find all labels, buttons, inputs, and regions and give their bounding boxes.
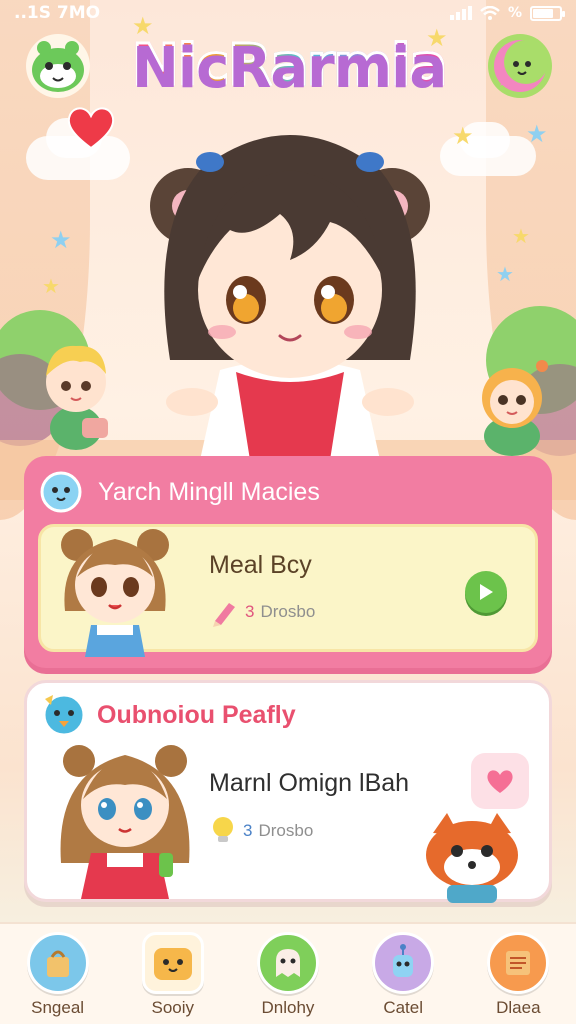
nav-label: Sooiy (151, 998, 195, 1017)
pigtail-girl-avatar (60, 745, 190, 899)
girl-character-illustration (482, 360, 548, 456)
nav-icon-circle (26, 932, 89, 994)
play-button[interactable] (465, 571, 507, 613)
app-logo: NicRarmia (130, 33, 448, 98)
ghost-character-icon (275, 949, 300, 977)
nav-item-sooiy[interactable]: Sooiy (123, 932, 223, 1018)
signal-icon (449, 6, 472, 20)
play-icon (480, 584, 493, 600)
toast-character-icon (153, 948, 192, 980)
featured-card-title: Yarch Mingll Macies (98, 478, 320, 506)
featured-card: Yarch Mingll Macies Meal Bcy 3 Drosbo (24, 456, 552, 668)
bag-icon (46, 950, 69, 977)
status-time: ..1S 7MO (14, 3, 101, 23)
nav-icon-circle (256, 932, 319, 994)
app-screen: ..1S 7MO % ★ ★ ★ ★ ★ ★ ★ ★ (0, 0, 576, 1024)
robot-character-icon (393, 944, 414, 977)
star-decoration: ★ (452, 122, 474, 150)
secondary-item-meta-label: Drosbo (258, 821, 314, 840)
dino-character-icon (32, 41, 84, 92)
nav-label: Catel (383, 998, 423, 1017)
status-bar: ..1S 7MO % (0, 0, 576, 26)
heart-icon (487, 770, 513, 793)
wifi-icon (480, 5, 500, 20)
hero-character-illustration (150, 135, 430, 460)
bear-girl-avatar (61, 529, 169, 657)
featured-item-count: 3 (245, 602, 255, 621)
nav-item-dnlohy[interactable]: Dnlohy (238, 932, 338, 1018)
moon-character-icon (494, 40, 548, 92)
nav-label: Dlaea (496, 998, 541, 1017)
star-decoration: ★ (512, 224, 530, 248)
pencil-icon (213, 603, 235, 627)
star-decoration: ★ (42, 274, 60, 298)
battery-icon (530, 5, 565, 21)
nav-icon-circle (372, 932, 435, 994)
secondary-item-count: 3 (243, 821, 253, 840)
favorite-button[interactable] (471, 753, 529, 809)
bottom-navigation: Sngeal Sooiy Dnlohy Catel Dlaea (0, 922, 576, 1024)
nav-icon-circle (141, 932, 204, 994)
heart-icon (67, 107, 115, 150)
star-decoration: ★ (526, 120, 548, 148)
nav-item-dlaea[interactable]: Dlaea (468, 932, 568, 1018)
battery-percent: % (507, 5, 522, 21)
featured-item-name: Meal Bcy (209, 551, 312, 579)
blob-character-icon (40, 471, 82, 513)
star-decoration: ★ (496, 262, 514, 286)
status-indicators: % (449, 5, 565, 21)
moon-character-button[interactable] (488, 34, 552, 98)
nav-label: Dnlohy (261, 998, 315, 1017)
dino-character-button[interactable] (26, 34, 90, 98)
nav-item-sngeal[interactable]: Sngeal (8, 932, 108, 1018)
featured-item-row[interactable]: Meal Bcy 3 Drosbo (38, 524, 538, 657)
featured-item-meta: 3 Drosbo (209, 597, 315, 627)
boy-character-illustration (46, 345, 108, 450)
app-logo-text: NicRarmia (130, 33, 448, 98)
secondary-item-name: Marnl Omign lBah (209, 769, 410, 797)
nav-item-catel[interactable]: Catel (353, 932, 453, 1018)
secondary-item-meta: 3 Drosbo (209, 815, 313, 847)
fox-character-illustration (426, 813, 518, 903)
bird-character-icon (42, 693, 86, 737)
notebook-icon (506, 951, 531, 975)
lightbulb-icon (213, 817, 233, 842)
featured-item-meta-label: Drosbo (260, 602, 316, 621)
star-decoration: ★ (50, 226, 72, 254)
secondary-card-title: Oubnoiou Peafly (97, 701, 296, 729)
nav-label: Sngeal (31, 998, 85, 1017)
nav-icon-circle (487, 932, 550, 994)
secondary-card: Oubnoiou Peafly Marnl Omign lBah 3 Drosb… (24, 680, 552, 903)
